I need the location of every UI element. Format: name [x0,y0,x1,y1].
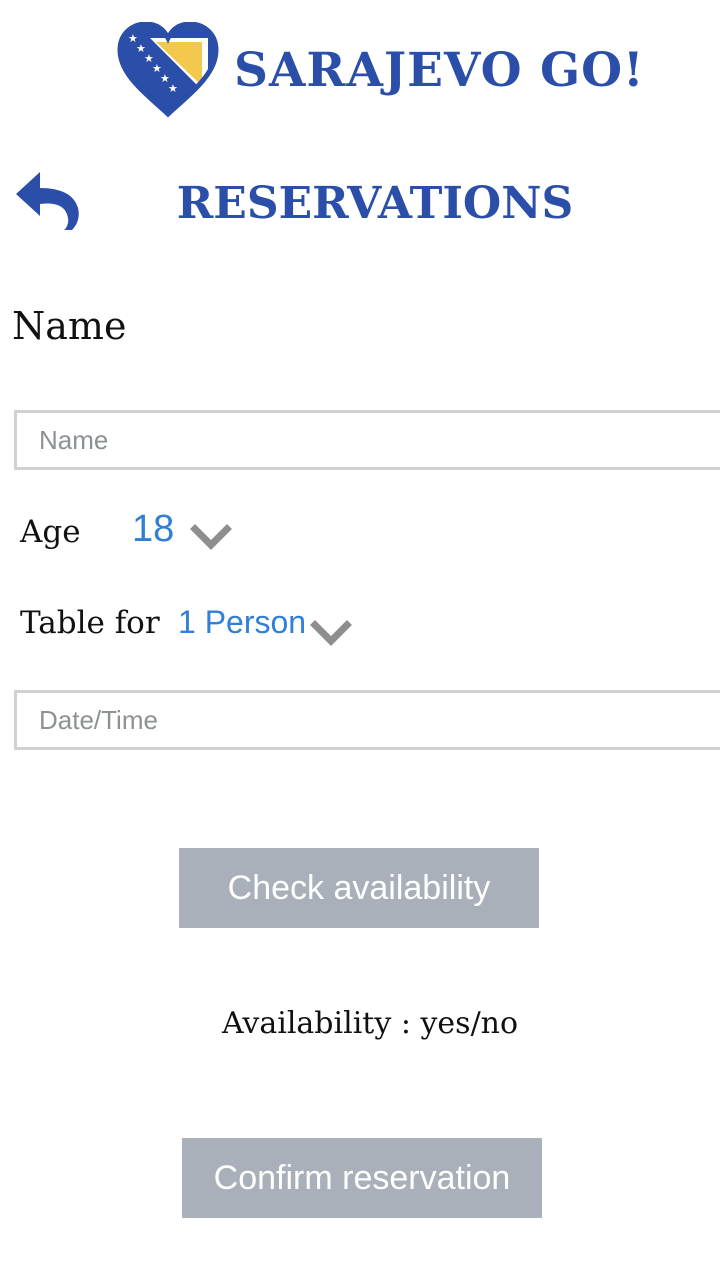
heart-flag-icon: ★ ★ ★ ★ ★ ★ [117,22,219,118]
chevron-down-icon[interactable] [190,522,232,552]
name-input[interactable] [14,410,720,470]
confirm-reservation-button[interactable]: Confirm reservation [182,1138,542,1218]
table-for-select[interactable]: 1 Person [178,604,306,641]
chevron-down-icon[interactable] [310,618,352,648]
app-logo: ★ ★ ★ ★ ★ ★ SARAJEVO GO! [116,22,644,118]
age-select[interactable]: 18 [132,508,174,551]
datetime-input[interactable] [14,690,720,750]
app-name: SARAJEVO GO! [234,42,645,98]
check-availability-button[interactable]: Check availability [179,848,539,928]
availability-status: Availability : yes/no [221,1006,519,1041]
back-arrow-icon [16,172,79,230]
page-title: RESERVATIONS [176,178,574,229]
age-label: Age [20,514,81,550]
table-for-label: Table for [20,605,160,641]
back-button[interactable] [12,166,82,234]
name-heading: Name [12,304,127,348]
svg-text:★: ★ [168,82,178,95]
